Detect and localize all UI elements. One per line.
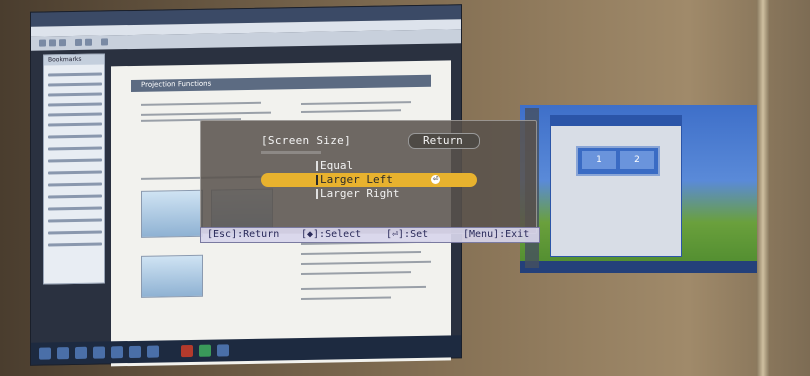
- text-line: [301, 260, 431, 266]
- text-line: [141, 101, 261, 106]
- toolbar-icon[interactable]: [59, 39, 66, 47]
- bookmarks-pane: Bookmarks: [43, 53, 105, 285]
- taskbar-app-icon[interactable]: [199, 344, 211, 357]
- screen-edge: [757, 0, 769, 376]
- menu-title: [Screen Size]: [261, 134, 351, 147]
- bookmark-item[interactable]: [48, 146, 102, 151]
- menu-subtitle-line: [261, 151, 321, 154]
- taskbar-app-icon[interactable]: [147, 345, 159, 358]
- bookmark-item[interactable]: [48, 182, 102, 187]
- enter-icon: ⏎: [431, 175, 440, 184]
- bookmark-item[interactable]: [48, 230, 102, 235]
- text-line: [301, 271, 411, 276]
- toolbar-icon[interactable]: [101, 38, 108, 46]
- bookmark-item[interactable]: [48, 194, 102, 199]
- select-hint: [◆]:Select: [301, 229, 362, 240]
- toolbar-icon[interactable]: [75, 38, 82, 46]
- example-image: [141, 254, 203, 298]
- text-line: [301, 109, 401, 114]
- dialog-titlebar: [551, 116, 681, 126]
- taskbar-app-icon[interactable]: [57, 347, 69, 360]
- bookmark-item[interactable]: [48, 158, 102, 163]
- bookmark-item[interactable]: [48, 112, 102, 117]
- bookmark-item[interactable]: [48, 102, 102, 107]
- bookmark-item[interactable]: [48, 72, 102, 77]
- bookmark-item[interactable]: [48, 122, 102, 127]
- bookmark-item[interactable]: [48, 82, 102, 87]
- text-line: [141, 111, 271, 116]
- option-marker: [316, 175, 318, 185]
- toolbar-icon[interactable]: [85, 38, 92, 46]
- bookmarks-header: Bookmarks: [44, 54, 104, 66]
- set-hint: [⏎]:Set: [386, 229, 429, 240]
- projected-desktop-window: 1 2: [520, 105, 760, 273]
- option-label: Larger Left: [320, 173, 393, 186]
- screen-size-menu: [Screen Size] Return Equal Larger Left ⏎…: [200, 120, 537, 234]
- esc-hint: [Esc]:Return: [207, 229, 280, 240]
- toolbar-icon[interactable]: [39, 39, 46, 47]
- text-line: [301, 296, 391, 301]
- bookmark-item[interactable]: [48, 92, 102, 97]
- taskbar-app-icon[interactable]: [111, 346, 123, 359]
- example-image: [141, 189, 203, 238]
- menu-exit-hint: [Menu]:Exit: [463, 229, 530, 240]
- monitor-arrangement: 1 2: [576, 146, 660, 176]
- taskbar-app-icon[interactable]: [75, 346, 87, 359]
- option-equal[interactable]: Equal: [261, 159, 477, 173]
- option-marker: [316, 189, 318, 199]
- xp-taskbar: [520, 261, 760, 273]
- monitor-2[interactable]: 2: [620, 151, 654, 169]
- option-label: Equal: [320, 159, 354, 172]
- pdf-app-icon[interactable]: [181, 344, 193, 358]
- text-line: [301, 285, 426, 291]
- section-heading-text: Projection Functions: [141, 79, 212, 89]
- text-line: [301, 101, 411, 106]
- taskbar-app-icon[interactable]: [93, 346, 105, 359]
- option-larger-left[interactable]: Larger Left ⏎: [261, 173, 477, 187]
- option-marker: [316, 161, 318, 171]
- bookmark-item[interactable]: [48, 134, 102, 139]
- start-icon[interactable]: [39, 347, 51, 360]
- toolbar-icon[interactable]: [49, 39, 56, 47]
- display-properties-dialog: 1 2: [550, 115, 682, 257]
- bookmark-item[interactable]: [48, 218, 102, 223]
- menu-help-bar: [Esc]:Return [◆]:Select [⏎]:Set [Menu]:E…: [200, 227, 540, 243]
- text-line: [301, 250, 421, 256]
- return-button[interactable]: Return: [408, 133, 480, 149]
- taskbar-app-icon[interactable]: [217, 344, 229, 357]
- option-label: Larger Right: [320, 187, 400, 200]
- return-label: Return: [423, 134, 463, 147]
- monitor-1[interactable]: 1: [582, 151, 616, 169]
- bookmark-item[interactable]: [48, 206, 102, 211]
- bookmark-item[interactable]: [48, 242, 102, 247]
- option-larger-right[interactable]: Larger Right: [261, 187, 477, 201]
- bookmark-item[interactable]: [48, 170, 102, 175]
- section-heading: Projection Functions: [131, 74, 431, 93]
- taskbar-app-icon[interactable]: [129, 345, 141, 359]
